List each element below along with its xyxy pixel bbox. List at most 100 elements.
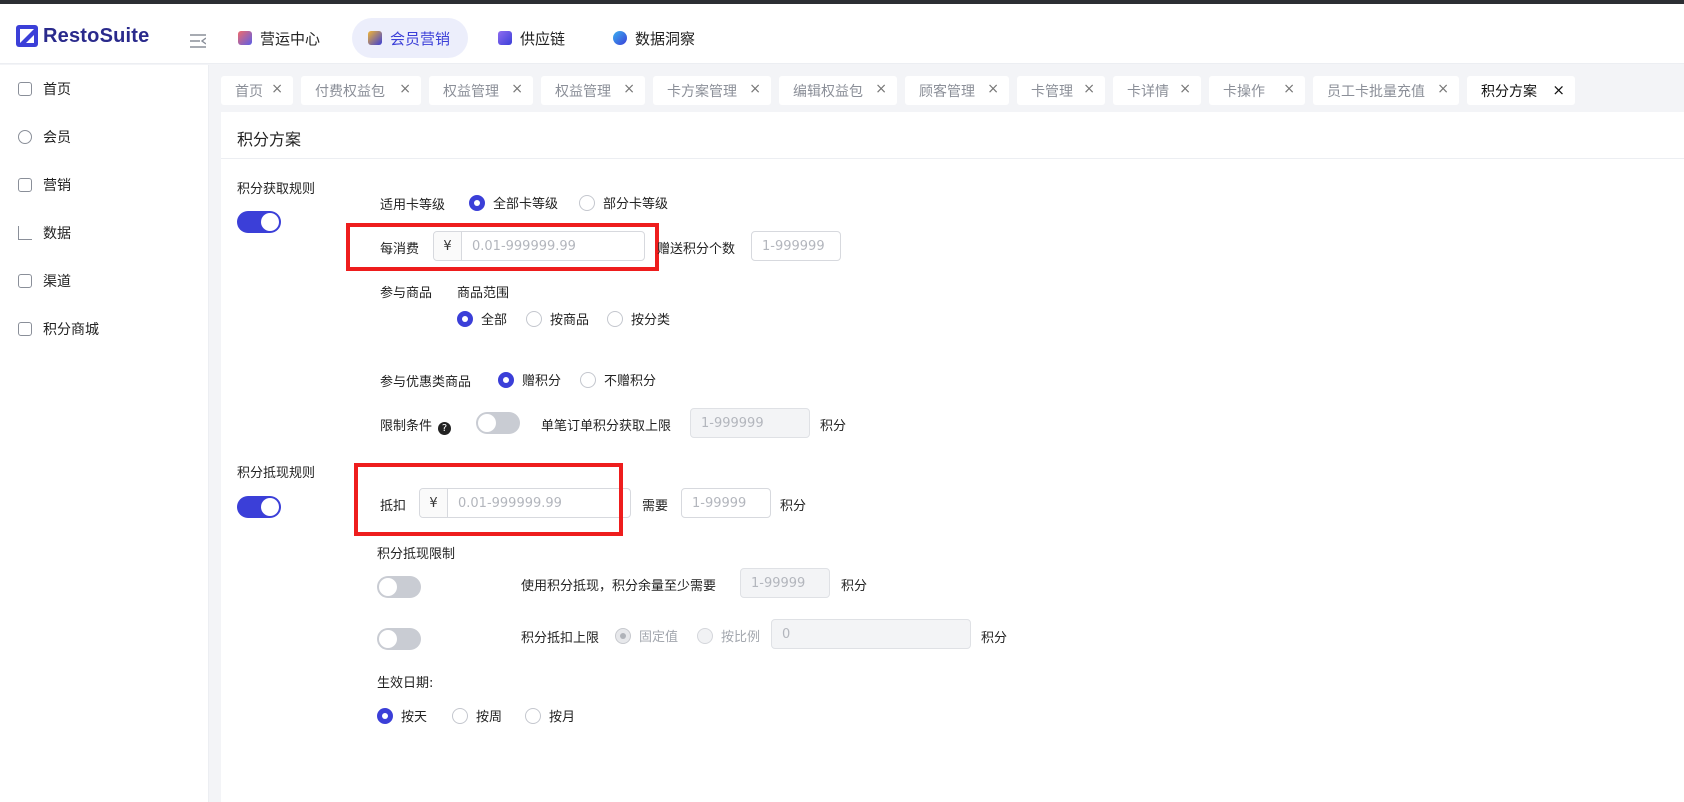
tab-card-operation[interactable]: 卡操作 × bbox=[1209, 76, 1305, 105]
tab-customer-management[interactable]: 顾客管理 × bbox=[905, 76, 1009, 105]
radio-goods-by-category[interactable]: 按分类 bbox=[607, 309, 670, 328]
sidebar-item-home[interactable]: 首页 bbox=[0, 65, 208, 113]
nav-item-operations[interactable]: 营运中心 bbox=[222, 18, 338, 58]
marketing-icon bbox=[18, 178, 32, 192]
close-icon[interactable]: × bbox=[511, 81, 523, 97]
radio-label: 按周 bbox=[476, 710, 503, 725]
min-balance-toggle[interactable] bbox=[377, 576, 421, 598]
nav-label: 会员营销 bbox=[390, 29, 451, 48]
tab-home[interactable]: 首页 × bbox=[221, 76, 293, 105]
tab-card-plan-management[interactable]: 卡方案管理 × bbox=[653, 76, 771, 105]
promo-goods-label: 参与优惠类商品 bbox=[380, 375, 472, 390]
tab-benefit-management[interactable]: 权益管理 × bbox=[429, 76, 533, 105]
tab-label: 卡详情 bbox=[1127, 83, 1169, 100]
radio-goods-all[interactable]: 全部 bbox=[457, 309, 507, 328]
input-placeholder: 1-999999 bbox=[701, 415, 764, 431]
nav-label: 营运中心 bbox=[260, 29, 321, 48]
tabs-bar: 首页 × 付费权益包 × 权益管理 × 权益管理 × 卡方案管理 × 编辑权益包… bbox=[209, 65, 1684, 107]
close-icon[interactable]: × bbox=[1437, 81, 1449, 97]
earn-section-label: 积分获取规则 bbox=[237, 182, 316, 197]
tab-paid-benefit-pack[interactable]: 付费权益包 × bbox=[301, 76, 421, 105]
min-balance-input[interactable]: 1-99999 bbox=[740, 568, 830, 598]
supply-chain-icon bbox=[498, 31, 513, 45]
points-unit: 积分 bbox=[780, 499, 807, 514]
close-icon[interactable]: × bbox=[399, 81, 411, 97]
tab-label: 权益管理 bbox=[555, 83, 611, 100]
gift-points-input[interactable]: 1-999999 bbox=[751, 231, 841, 261]
member-icon bbox=[18, 130, 32, 144]
radio-dot bbox=[697, 627, 713, 644]
need-label: 需要 bbox=[642, 499, 669, 514]
radio-dot bbox=[452, 707, 468, 724]
page-title: 积分方案 bbox=[237, 130, 302, 149]
tab-label: 顾客管理 bbox=[919, 83, 975, 100]
tab-points-plan[interactable]: 积分方案 × bbox=[1467, 76, 1575, 105]
tab-card-detail[interactable]: 卡详情 × bbox=[1113, 76, 1201, 105]
sidebar-item-member[interactable]: 会员 bbox=[0, 113, 208, 161]
top-bar: RestoSuite 营运中心 会员营销 供应链 数据洞察 bbox=[0, 4, 1684, 64]
sidebar-item-points-mall[interactable]: 积分商城 bbox=[0, 305, 208, 353]
sidebar: 首页 会员 营销 数据 渠道 积分商城 bbox=[0, 65, 209, 802]
close-icon[interactable]: × bbox=[271, 81, 283, 97]
sidebar-item-channel[interactable]: 渠道 bbox=[0, 257, 208, 305]
radio-dot bbox=[607, 310, 623, 327]
radio-label: 不赠积分 bbox=[604, 374, 657, 389]
tab-label: 积分方案 bbox=[1481, 83, 1537, 100]
deduct-cap-label: 积分抵扣上限 bbox=[521, 631, 600, 646]
radio-label: 按比例 bbox=[721, 630, 761, 645]
radio-by-day[interactable]: 按天 bbox=[377, 706, 427, 725]
limit-condition-toggle[interactable] bbox=[476, 412, 520, 434]
radio-fixed-value[interactable]: 固定值 bbox=[615, 626, 678, 645]
chart-icon bbox=[18, 226, 32, 240]
help-icon[interactable]: ? bbox=[438, 422, 452, 435]
earn-rule-toggle[interactable] bbox=[237, 211, 281, 233]
order-cap-input[interactable]: 1-999999 bbox=[690, 408, 810, 438]
tab-benefit-management-2[interactable]: 权益管理 × bbox=[541, 76, 645, 105]
radio-goods-by-item[interactable]: 按商品 bbox=[526, 309, 589, 328]
redeem-rule-toggle[interactable] bbox=[237, 496, 281, 518]
close-icon[interactable]: × bbox=[1179, 81, 1191, 97]
tab-label: 首页 bbox=[235, 83, 263, 100]
radio-by-ratio[interactable]: 按比例 bbox=[697, 626, 760, 645]
close-icon[interactable]: × bbox=[749, 81, 761, 97]
sidebar-item-label: 积分商城 bbox=[43, 322, 99, 338]
nav-item-member-marketing[interactable]: 会员营销 bbox=[352, 18, 469, 58]
need-points-input[interactable]: 1-99999 bbox=[681, 488, 771, 518]
sidebar-item-label: 营销 bbox=[43, 178, 71, 194]
radio-label: 部分卡等级 bbox=[603, 197, 669, 212]
deduct-cap-toggle[interactable] bbox=[377, 628, 421, 650]
radio-dot bbox=[525, 707, 541, 724]
tab-staff-card-batch-topup[interactable]: 员工卡批量充值 × bbox=[1313, 76, 1459, 105]
tab-edit-benefit-pack[interactable]: 编辑权益包 × bbox=[779, 76, 897, 105]
close-icon[interactable]: × bbox=[1083, 81, 1095, 97]
radio-partial-card-levels[interactable]: 部分卡等级 bbox=[579, 193, 668, 212]
resto-logo-icon bbox=[16, 25, 38, 47]
min-balance-label: 使用积分抵现，积分余量至少需要 bbox=[521, 579, 717, 594]
top-nav: 营运中心 会员营销 供应链 数据洞察 bbox=[222, 18, 727, 58]
radio-dot bbox=[498, 371, 514, 388]
close-icon[interactable]: × bbox=[987, 81, 999, 97]
card-level-label: 适用卡等级 bbox=[380, 198, 446, 213]
divider bbox=[221, 158, 1684, 159]
menu-collapse-icon[interactable] bbox=[190, 34, 206, 48]
radio-by-month[interactable]: 按月 bbox=[525, 706, 575, 725]
app-logo[interactable]: RestoSuite bbox=[16, 24, 149, 48]
tab-card-management[interactable]: 卡管理 × bbox=[1017, 76, 1105, 105]
limit-condition-label: 限制条件 bbox=[380, 419, 433, 434]
radio-give-points[interactable]: 赠积分 bbox=[498, 370, 561, 389]
tab-label: 权益管理 bbox=[443, 83, 499, 100]
sidebar-item-data[interactable]: 数据 bbox=[0, 209, 208, 257]
sidebar-item-marketing[interactable]: 营销 bbox=[0, 161, 208, 209]
close-icon[interactable]: × bbox=[875, 81, 887, 97]
nav-item-supply-chain[interactable]: 供应链 bbox=[482, 18, 583, 58]
deduct-cap-input[interactable]: 0 bbox=[771, 619, 971, 649]
close-icon[interactable]: × bbox=[1283, 81, 1295, 97]
radio-by-week[interactable]: 按周 bbox=[452, 706, 502, 725]
radio-all-card-levels[interactable]: 全部卡等级 bbox=[469, 193, 558, 212]
nav-item-data-insight[interactable]: 数据洞察 bbox=[597, 18, 713, 58]
close-icon[interactable]: × bbox=[1552, 81, 1565, 99]
radio-no-points[interactable]: 不赠积分 bbox=[580, 370, 656, 389]
close-icon[interactable]: × bbox=[623, 81, 635, 97]
radio-label: 按月 bbox=[549, 710, 576, 725]
input-placeholder: 1-999999 bbox=[762, 238, 825, 254]
